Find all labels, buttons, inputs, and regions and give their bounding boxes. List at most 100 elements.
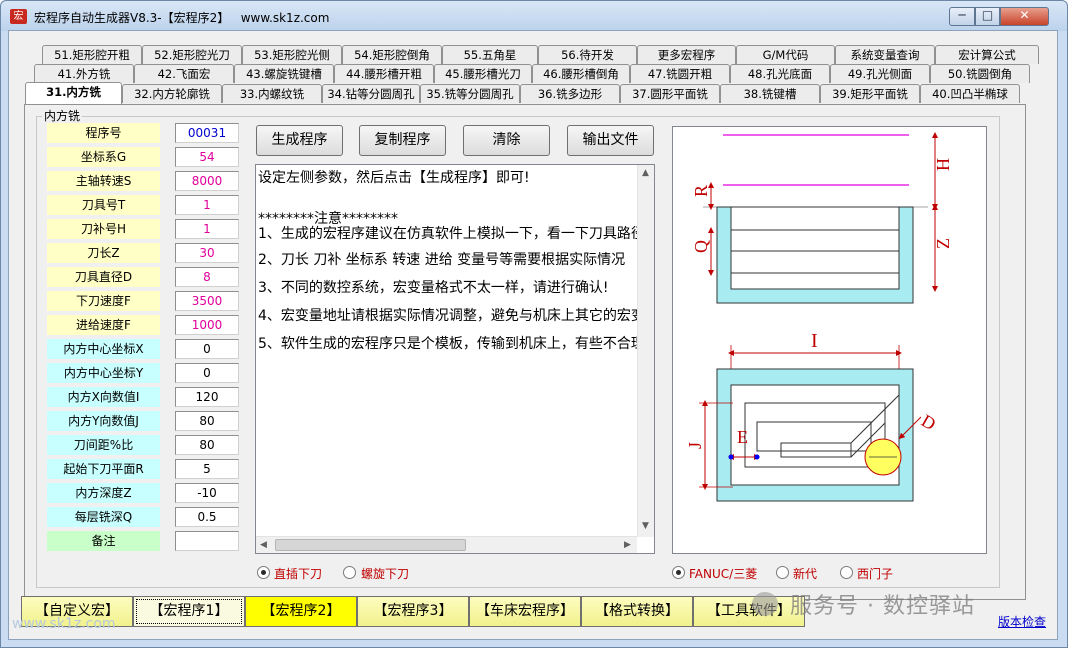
tab-50[interactable]: 50.铣圆倒角 — [930, 64, 1030, 83]
macro1-button[interactable]: 【宏程序1】 — [133, 596, 245, 627]
tab-40[interactable]: 40.凹凸半椭球 — [920, 84, 1020, 103]
tab-system-variables[interactable]: 系统变量查询 — [835, 45, 935, 64]
tab-56[interactable]: 56.待开发 — [538, 45, 637, 64]
tab-32[interactable]: 32.内方轮廓铣 — [122, 84, 222, 103]
param-input-coord-system[interactable]: 54 — [175, 147, 239, 167]
param-input-program-no[interactable]: 00031 — [175, 123, 239, 143]
param-input-spindle-speed[interactable]: 8000 — [175, 171, 239, 191]
minimize-button[interactable]: ─ — [949, 7, 975, 26]
param-input-center-y[interactable]: 0 — [175, 363, 239, 383]
scroll-right-icon[interactable]: ▶ — [624, 540, 631, 550]
tab-42[interactable]: 42.飞面宏 — [134, 64, 234, 83]
param-input-remark[interactable] — [175, 531, 239, 551]
format-convert-button[interactable]: 【格式转换】 — [581, 596, 693, 627]
tab-54[interactable]: 54.矩形腔倒角 — [342, 45, 442, 64]
watermark-site: www.sk1z.com — [12, 616, 116, 632]
output-line: 5、软件生成的宏程序只是个模板，传输到机床上，有些不合理 — [258, 336, 645, 352]
tab-41[interactable]: 41.外方铣 — [34, 64, 134, 83]
param-label-depth: 内方深度Z — [47, 483, 160, 503]
tools-button[interactable]: 【工具软件】 — [693, 596, 805, 627]
tab-44[interactable]: 44.腰形槽开粗 — [334, 64, 434, 83]
horizontal-scrollbar[interactable]: ◀ ▶ — [256, 536, 637, 553]
param-label-offset-no: 刀补号H — [47, 219, 160, 239]
window-title: 宏程序自动生成器V8.3-【宏程序2】 www.sk1z.com — [34, 11, 330, 25]
tab-36[interactable]: 36.铣多边形 — [520, 84, 620, 103]
param-input-tool-length[interactable]: 30 — [175, 243, 239, 263]
tab-47[interactable]: 47.铣圆开粗 — [630, 64, 730, 83]
tab-55[interactable]: 55.五角星 — [442, 45, 538, 64]
param-input-stepover[interactable]: 80 — [175, 435, 239, 455]
scroll-left-icon[interactable]: ◀ — [260, 540, 267, 550]
maximize-button[interactable]: □ — [975, 7, 1000, 26]
title-bar[interactable]: 宏 宏程序自动生成器V8.3-【宏程序2】 www.sk1z.com ─ □ ✕ — [1, 1, 1067, 31]
param-label-tool-no: 刀具号T — [47, 195, 160, 215]
tab-49[interactable]: 49.孔光侧面 — [830, 64, 930, 83]
label-j: J — [685, 442, 705, 449]
export-button[interactable]: 输出文件 — [567, 125, 654, 156]
param-input-center-x[interactable]: 0 — [175, 339, 239, 359]
param-label-remark: 备注 — [47, 531, 160, 551]
tab-37[interactable]: 37.圆形平面铣 — [620, 84, 720, 103]
system-fanuc-label[interactable]: FANUC/三菱 — [689, 565, 757, 582]
tab-34[interactable]: 34.钻等分圆周孔 — [322, 84, 420, 103]
vertical-scrollbar[interactable]: ▲ ▼ — [637, 165, 654, 537]
param-input-tool-diameter[interactable]: 8 — [175, 267, 239, 287]
wechat-icon — [752, 592, 778, 616]
plunge-straight-radio[interactable] — [257, 566, 270, 579]
tab-31-active[interactable]: 31.内方铣 — [25, 82, 122, 104]
macro3-button[interactable]: 【宏程序3】 — [357, 596, 469, 627]
param-label-start-plane: 起始下刀平面R — [47, 459, 160, 479]
param-input-feed-rate[interactable]: 1000 — [175, 315, 239, 335]
output-line: 3、不同的数控系统，宏变量格式不太一样，请进行确认! — [258, 280, 609, 296]
generate-button[interactable]: 生成程序 — [256, 125, 343, 156]
version-check-link[interactable]: 版本检查 — [998, 613, 1046, 630]
tab-38[interactable]: 38.铣键槽 — [720, 84, 820, 103]
param-input-start-plane[interactable]: 5 — [175, 459, 239, 479]
tab-48[interactable]: 48.孔光底面 — [730, 64, 830, 83]
param-input-size-x[interactable]: 120 — [175, 387, 239, 407]
tab-more-macros[interactable]: 更多宏程序 — [637, 45, 736, 64]
close-button[interactable]: ✕ — [1000, 7, 1049, 26]
label-e: E — [737, 427, 748, 447]
tab-macro-formulas[interactable]: 宏计算公式 — [935, 45, 1039, 64]
param-input-step-depth[interactable]: 0.5 — [175, 507, 239, 527]
tab-46[interactable]: 46.腰形槽倒角 — [532, 64, 630, 83]
plunge-straight-label[interactable]: 直插下刀 — [274, 565, 322, 582]
tab-35[interactable]: 35.铣等分圆周孔 — [420, 84, 520, 103]
param-input-tool-no[interactable]: 1 — [175, 195, 239, 215]
tab-43[interactable]: 43.螺旋铣键槽 — [234, 64, 334, 83]
tab-33[interactable]: 33.内螺纹铣 — [222, 84, 322, 103]
param-input-plunge-feed[interactable]: 3500 — [175, 291, 239, 311]
tab-52[interactable]: 52.矩形腔光刀 — [142, 45, 242, 64]
param-label-center-y: 内方中心坐标Y — [47, 363, 160, 383]
tab-53[interactable]: 53.矩形腔光侧 — [242, 45, 342, 64]
label-q: Q — [691, 240, 711, 253]
tab-gm-codes[interactable]: G/M代码 — [736, 45, 835, 64]
macro2-button[interactable]: 【宏程序2】 — [245, 596, 357, 627]
scroll-up-icon[interactable]: ▲ — [642, 168, 649, 178]
copy-button[interactable]: 复制程序 — [359, 125, 446, 156]
param-label-coord-system: 坐标系G — [47, 147, 160, 167]
scroll-thumb[interactable] — [275, 539, 466, 551]
tab-51[interactable]: 51.矩形腔开粗 — [42, 45, 142, 64]
system-siemens-label[interactable]: 西门子 — [857, 565, 893, 582]
tab-39[interactable]: 39.矩形平面铣 — [820, 84, 920, 103]
label-r: R — [691, 185, 711, 197]
param-label-feed-rate: 进给速度F — [47, 315, 160, 335]
param-input-size-y[interactable]: 80 — [175, 411, 239, 431]
pocket-section — [730, 206, 900, 290]
scroll-down-icon[interactable]: ▼ — [642, 521, 649, 531]
system-syntec-radio[interactable] — [776, 566, 789, 579]
lathe-macro-button[interactable]: 【车床宏程序】 — [469, 596, 581, 627]
system-fanuc-radio[interactable] — [672, 566, 685, 579]
output-textarea[interactable]: 设定左侧参数，然后点击【生成程序】即可! ********注意******** … — [255, 164, 655, 554]
tab-45[interactable]: 45.腰形槽光刀 — [434, 64, 532, 83]
plunge-helical-radio[interactable] — [343, 566, 356, 579]
output-line: 2、刀长 刀补 坐标系 转速 进给 变量号等需要根据实际情况 — [258, 252, 626, 268]
param-input-offset-no[interactable]: 1 — [175, 219, 239, 239]
system-siemens-radio[interactable] — [840, 566, 853, 579]
plunge-helical-label[interactable]: 螺旋下刀 — [361, 565, 409, 582]
param-input-depth[interactable]: -10 — [175, 483, 239, 503]
clear-button[interactable]: 清除 — [463, 125, 550, 156]
system-syntec-label[interactable]: 新代 — [793, 565, 817, 582]
